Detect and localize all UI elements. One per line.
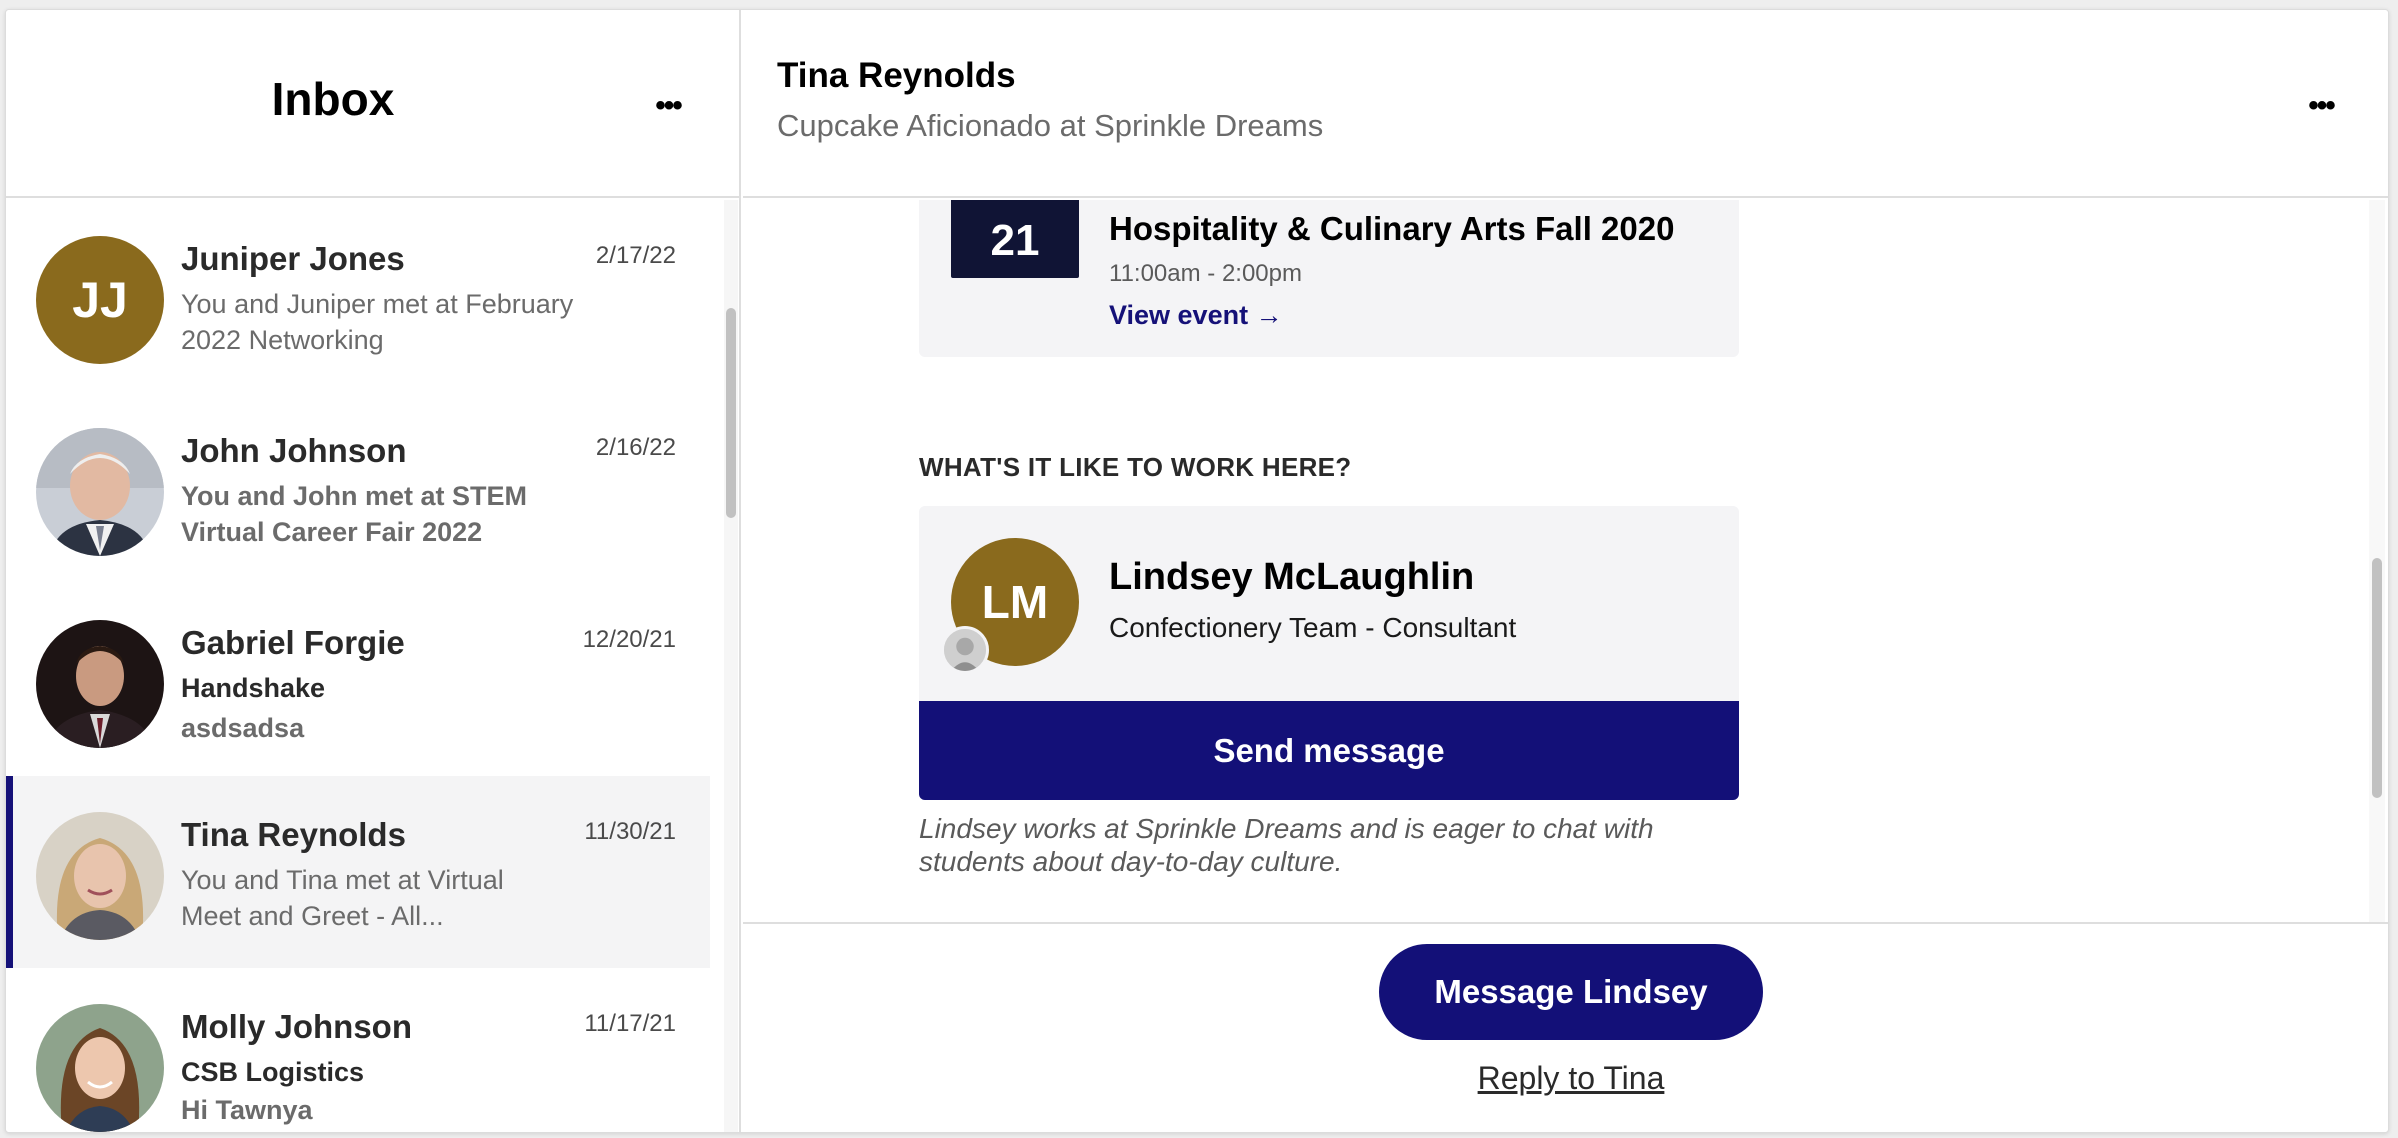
event-time: 11:00am - 2:00pm xyxy=(1109,260,1302,287)
conversation-preview-line-2: Hi Tawnya xyxy=(181,1095,313,1125)
send-message-button[interactable]: Send message xyxy=(919,701,1739,800)
conversation-preview-line-1: You and John met at STEM xyxy=(181,481,528,511)
sidebar-scrollbar-thumb[interactable] xyxy=(726,308,736,518)
conversation-name: Molly Johnson xyxy=(181,1008,412,1045)
message-thread: 21 Hospitality & Culinary Arts Fall 2020… xyxy=(743,200,2388,922)
conversation-molly-johnson[interactable]: Molly Johnson 11/17/21 CSB Logistics Hi … xyxy=(6,968,710,1132)
inbox-more-button[interactable]: ••• xyxy=(638,86,698,126)
ellipsis-icon: ••• xyxy=(655,89,682,122)
conversation-preview-line-1: You and Juniper met at February xyxy=(181,289,574,319)
conversation-preview-line-1: Handshake xyxy=(181,673,326,703)
thread-scrollbar-thumb[interactable] xyxy=(2372,558,2382,798)
conversation-name: Gabriel Forgie xyxy=(181,624,405,661)
event-title: Hospitality & Culinary Arts Fall 2020 xyxy=(1109,210,1675,247)
conversation-list: JJ Juniper Jones 2/17/22 You and Juniper… xyxy=(6,200,718,1132)
avatar xyxy=(36,620,164,748)
person-photo-icon xyxy=(36,620,164,748)
conversation-name: Tina Reynolds xyxy=(181,816,406,853)
conversation-juniper-jones[interactable]: JJ Juniper Jones 2/17/22 You and Juniper… xyxy=(6,200,710,392)
contact-name[interactable]: Tina Reynolds xyxy=(777,56,1016,96)
thread-scrollbar[interactable] xyxy=(2369,200,2385,922)
contact-title: Cupcake Aficionado at Sprinkle Dreams xyxy=(777,108,1324,143)
person-photo-icon xyxy=(36,812,164,940)
conversation-tina-reynolds[interactable]: Tina Reynolds 11/30/21 You and Tina met … xyxy=(6,776,710,968)
conversation-preview-line-2: Virtual Career Fair 2022 xyxy=(181,517,483,547)
person-photo-icon xyxy=(36,1004,164,1132)
ellipsis-icon: ••• xyxy=(2308,89,2335,122)
conversation-date: 11/30/21 xyxy=(584,818,676,845)
conversation-preview-line-1: CSB Logistics xyxy=(181,1057,365,1087)
conversation-header: Tina Reynolds Cupcake Aficionado at Spri… xyxy=(743,10,2388,198)
employee-card: LM Lindsey McLaughlin Confectionery Team… xyxy=(919,506,1739,701)
message-lindsey-button[interactable]: Message Lindsey xyxy=(1379,944,1763,1040)
sidebar-scrollbar[interactable] xyxy=(724,200,738,1132)
avatar-initials: JJ xyxy=(72,272,128,328)
conversation-date: 11/17/21 xyxy=(584,1010,676,1037)
conversation-preview-line-2: asdsadsa xyxy=(181,713,305,743)
conversation-name: John Johnson xyxy=(181,432,407,469)
conversation-pane: Tina Reynolds Cupcake Aficionado at Spri… xyxy=(743,10,2388,1132)
conversation-footer: Message Lindsey Reply to Tina xyxy=(743,922,2388,1132)
employee-role: Confectionery Team - Consultant xyxy=(1109,612,1517,643)
conversation-preview-line-2: 2022 Networking xyxy=(181,325,384,355)
event-date-block: 21 xyxy=(951,200,1079,278)
company-logo-icon xyxy=(941,626,989,674)
conversation-gabriel-forgie[interactable]: Gabriel Forgie 12/20/21 Handshake asdsad… xyxy=(6,584,710,776)
work-here-heading: WHAT'S IT LIKE TO WORK HERE? xyxy=(919,452,1352,482)
conversation-preview-line-2: Meet and Greet - All... xyxy=(181,901,444,931)
conversation-more-button[interactable]: ••• xyxy=(2291,86,2351,126)
view-event-link[interactable]: View event → xyxy=(1109,300,1283,331)
conversation-preview-line-1: You and Tina met at Virtual xyxy=(181,865,504,895)
avatar: JJ xyxy=(36,236,164,364)
avatar-initials: LM xyxy=(981,576,1049,628)
inbox-sidebar: Inbox ••• JJ Juniper Jones 2/17/22 You a… xyxy=(6,10,741,1132)
company-logo-image xyxy=(944,629,986,671)
avatar xyxy=(36,428,164,556)
avatar xyxy=(36,1004,164,1132)
inbox-title: Inbox xyxy=(271,73,395,125)
conversation-john-johnson[interactable]: John Johnson 2/16/22 You and John met at… xyxy=(6,392,710,584)
conversation-date: 2/16/22 xyxy=(595,434,676,461)
conversation-date: 12/20/21 xyxy=(582,626,676,653)
employee-name: Lindsey McLaughlin xyxy=(1109,556,1475,598)
person-photo-icon xyxy=(36,428,164,556)
conversation-date: 2/17/22 xyxy=(595,242,676,269)
inbox-header: Inbox ••• xyxy=(6,10,739,198)
reply-to-tina-link[interactable]: Reply to Tina xyxy=(743,1060,2388,1097)
employee-note: Lindsey works at Sprinkle Dreams and is … xyxy=(919,813,1654,877)
event-day: 21 xyxy=(990,216,1040,265)
conversation-name: Juniper Jones xyxy=(181,240,405,277)
event-card: 21 Hospitality & Culinary Arts Fall 2020… xyxy=(919,200,1739,357)
messaging-app: Inbox ••• JJ Juniper Jones 2/17/22 You a… xyxy=(5,9,2389,1133)
avatar xyxy=(36,812,164,940)
